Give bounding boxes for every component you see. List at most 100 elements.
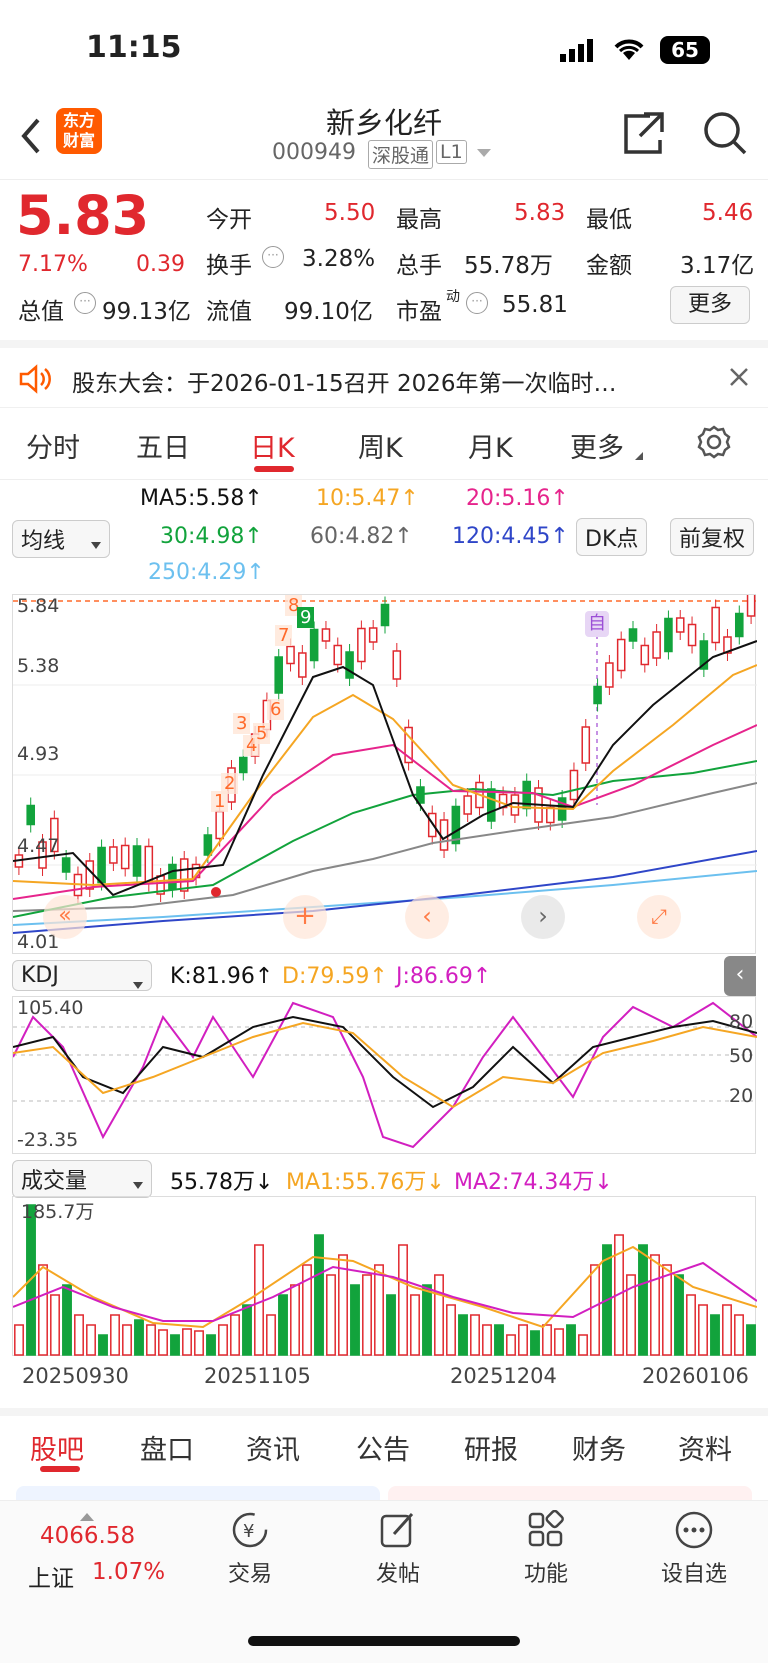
- adjust-button[interactable]: 前复权: [670, 518, 755, 556]
- candle: [652, 631, 661, 659]
- volume-bar: [290, 1284, 300, 1356]
- dropdown-icon[interactable]: [476, 144, 492, 163]
- sequence-label: 1: [211, 791, 229, 812]
- fullscreen-icon[interactable]: ⤢: [637, 895, 681, 939]
- volume-value: 55.78万: [464, 253, 553, 279]
- event-dot: [211, 887, 221, 897]
- candle: [439, 819, 449, 851]
- info-icon[interactable]: ···: [466, 292, 488, 314]
- volume-bar: [326, 1274, 336, 1356]
- volume-bar: [146, 1324, 156, 1356]
- volume-bar: [350, 1284, 360, 1356]
- index-value[interactable]: 4066.58: [40, 1523, 135, 1549]
- search-icon[interactable]: [702, 110, 748, 160]
- volume-bar: [182, 1328, 192, 1356]
- y-label-mid1: 5.38: [17, 655, 60, 677]
- kdj-ref-80: 80: [729, 1011, 754, 1033]
- announcement-bar[interactable]: 股东大会：于2026-01-15召开 2026年第一次临时…: [0, 340, 768, 408]
- volume-bar: [194, 1330, 204, 1356]
- zoom-in-icon[interactable]: +: [283, 895, 327, 939]
- scroll-right-icon[interactable]: ›: [521, 895, 565, 939]
- date-label: 20251204: [450, 1364, 557, 1388]
- candle: [203, 834, 213, 856]
- volume-bar: [422, 1284, 432, 1356]
- candle: [144, 845, 154, 885]
- candle: [451, 805, 461, 845]
- volume-bar: [674, 1274, 684, 1356]
- volume-bar: [206, 1334, 216, 1356]
- candle: [368, 627, 378, 643]
- high-value: 5.83: [514, 200, 566, 226]
- candle: [238, 756, 248, 774]
- share-icon[interactable]: [620, 110, 666, 160]
- volume-bar: [542, 1324, 552, 1356]
- volume-chart: 185.7万: [12, 1196, 757, 1356]
- high-label: 最高: [396, 207, 442, 233]
- volume-bar: [662, 1264, 672, 1356]
- tab-order-book[interactable]: 盘口: [140, 1428, 194, 1467]
- date-label: 20260106: [642, 1364, 749, 1388]
- tab-daily[interactable]: 日K: [250, 426, 295, 465]
- more-button[interactable]: 更多: [670, 286, 750, 324]
- candle: [392, 650, 402, 680]
- pe-superscript: 动: [446, 289, 460, 305]
- volume-bar: [458, 1314, 468, 1356]
- kline-chart[interactable]: 5.84 5.38 4.93 4.47 4.01 自 123456789 « +…: [12, 594, 757, 954]
- candle: [616, 638, 626, 672]
- volume-bar: [530, 1330, 540, 1356]
- candle: [26, 804, 36, 826]
- tab-finance[interactable]: 财务: [572, 1428, 626, 1467]
- post-button[interactable]: 发帖: [348, 1510, 448, 1588]
- volume-select-label: 成交量: [21, 1169, 88, 1194]
- dk-button[interactable]: DK点: [576, 518, 648, 556]
- kdj-select[interactable]: KDJ: [12, 960, 152, 991]
- close-icon[interactable]: [728, 366, 750, 392]
- index-percent: 1.07%: [92, 1559, 166, 1585]
- open-value: 5.50: [324, 200, 376, 226]
- candle: [97, 846, 106, 884]
- trade-label: 交易: [227, 1562, 272, 1587]
- mktcap-label: 总值: [18, 299, 64, 325]
- tab-announcements[interactable]: 公告: [356, 1428, 410, 1467]
- trade-button[interactable]: ¥ 交易: [200, 1510, 300, 1588]
- volume-bar: [686, 1294, 696, 1356]
- tab-monthly[interactable]: 月K: [468, 426, 513, 465]
- tab-profile[interactable]: 资料: [678, 1428, 732, 1467]
- candle: [546, 806, 555, 824]
- settings-icon[interactable]: [696, 424, 732, 464]
- volume-bar: [446, 1304, 456, 1356]
- volume-bar: [710, 1314, 720, 1356]
- add-watchlist-button[interactable]: 设自选: [644, 1510, 744, 1588]
- tab-more[interactable]: 更多: [570, 426, 624, 465]
- kdj-y-bottom: -23.35: [17, 1129, 79, 1151]
- indicator-select[interactable]: 均线: [12, 520, 110, 558]
- scroll-left-icon[interactable]: ‹: [405, 895, 449, 939]
- candle: [109, 846, 118, 864]
- panel-collapse-icon[interactable]: ‹: [724, 956, 756, 996]
- candle: [168, 863, 177, 891]
- tab-weekly[interactable]: 周K: [358, 426, 403, 465]
- volume-bar: [110, 1314, 120, 1356]
- tab-news[interactable]: 资讯: [246, 1428, 300, 1467]
- nav-bar: 东方 财富 新乡化纤 000949 深股通 L1: [0, 100, 768, 180]
- tab-five-day[interactable]: 五日: [136, 426, 190, 465]
- volume-select[interactable]: 成交量: [12, 1160, 152, 1198]
- info-icon[interactable]: ···: [262, 246, 284, 268]
- candle: [298, 652, 307, 678]
- tab-intraday[interactable]: 分时: [26, 426, 80, 465]
- volume-label: 总手: [396, 253, 442, 279]
- tab-forum[interactable]: 股吧: [30, 1428, 84, 1467]
- info-icon[interactable]: ···: [74, 292, 96, 314]
- wifi-icon: [612, 36, 646, 66]
- candle: [357, 627, 366, 663]
- scroll-left-fast-icon[interactable]: «: [43, 895, 87, 939]
- volume-bar: [122, 1324, 132, 1356]
- candle: [286, 645, 295, 665]
- volume-bar: [14, 1324, 24, 1356]
- function-button[interactable]: 功能: [496, 1509, 596, 1588]
- tab-research[interactable]: 研报: [464, 1428, 518, 1467]
- candle: [687, 623, 697, 647]
- dropdown-icon: [133, 1171, 143, 1196]
- volume-bar: [38, 1264, 48, 1356]
- date-label: 20250930: [22, 1364, 129, 1388]
